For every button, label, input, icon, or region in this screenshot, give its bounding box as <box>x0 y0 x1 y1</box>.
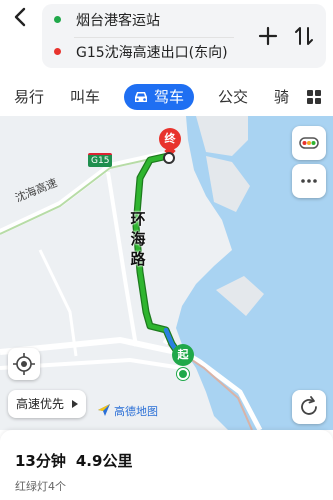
add-waypoint-button[interactable] <box>256 24 280 48</box>
route-preference-button[interactable]: 高速优先 <box>8 390 87 418</box>
traffic-toggle-button[interactable] <box>292 126 326 160</box>
destination-field[interactable]: G15沈海高速出口(东向) <box>42 38 242 66</box>
route-road-char: 环 <box>130 210 146 228</box>
map-view[interactable]: 沈海高速 G15 环 海 路 终 起 高速优先 高德地图 <box>0 116 333 430</box>
route-preference-label: 高速优先 <box>16 397 65 411</box>
app: 烟台港客运站 G15沈海高速出口(东向) 易行 叫车 驾车 公交 骑 沈海高速 … <box>0 0 333 500</box>
swap-icon <box>295 27 313 45</box>
tab-drive-label: 驾车 <box>154 88 185 106</box>
start-marker[interactable]: 起 <box>172 344 194 366</box>
tab-drive[interactable]: 驾车 <box>124 84 195 110</box>
tab-taxi[interactable]: 叫车 <box>70 84 100 110</box>
caret-right-icon <box>72 400 79 408</box>
route-road-char: 海 <box>130 230 146 248</box>
refresh-button[interactable] <box>292 390 326 424</box>
swap-route-button[interactable] <box>292 24 316 48</box>
road <box>38 249 78 357</box>
destination-point <box>163 152 175 164</box>
route-road-char: 路 <box>130 250 146 268</box>
plus-icon <box>258 26 278 46</box>
highway-shield: G15 <box>88 153 113 167</box>
origin-dot-icon <box>54 16 61 23</box>
car-icon <box>135 92 147 102</box>
tab-bus[interactable]: 公交 <box>218 84 248 110</box>
more-tabs-button[interactable] <box>306 89 322 105</box>
origin-field[interactable]: 烟台港客运站 <box>42 6 242 34</box>
destination-dot-icon <box>54 48 61 55</box>
route-input-box: 烟台港客运站 G15沈海高速出口(东向) <box>42 4 326 68</box>
amap-logo-icon <box>98 404 110 416</box>
refresh-icon <box>301 396 317 415</box>
tab-bike[interactable]: 骑 <box>274 84 289 110</box>
tab-easy-go[interactable]: 易行 <box>14 84 44 110</box>
traffic-lights-count: 红绿灯4个 <box>15 480 66 493</box>
grid-icon <box>307 90 321 104</box>
duration-text: 13分钟 <box>15 452 66 470</box>
distance-text: 4.9公里 <box>75 452 133 470</box>
route-summary-panel[interactable]: 13分钟 4.9公里 红绿灯4个 <box>0 430 333 500</box>
end-marker[interactable]: 终 <box>159 128 181 150</box>
back-button[interactable] <box>8 4 34 30</box>
route-summary: 13分钟 4.9公里 <box>15 450 132 471</box>
origin-text: 烟台港客运站 <box>76 13 160 29</box>
locate-icon <box>13 353 35 375</box>
more-options-button[interactable] <box>292 164 326 198</box>
transport-tabs: 易行 叫车 驾车 公交 骑 <box>0 78 333 116</box>
traffic-light-icon <box>299 137 319 149</box>
locate-button[interactable] <box>8 348 40 380</box>
destination-text: G15沈海高速出口(东向) <box>76 45 228 61</box>
back-arrow-icon <box>14 7 26 27</box>
origin-point <box>177 368 189 380</box>
more-icon <box>301 179 317 183</box>
amap-logo-text: 高德地图 <box>114 405 158 418</box>
route-header: 烟台港客运站 G15沈海高速出口(东向) <box>0 0 333 78</box>
